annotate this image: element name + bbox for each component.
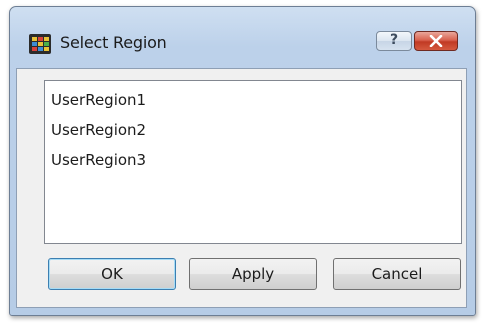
cancel-button[interactable]: Cancel bbox=[333, 258, 461, 290]
dialog-title: Select Region bbox=[60, 33, 167, 52]
list-item[interactable]: UserRegion3 bbox=[51, 149, 146, 171]
list-item[interactable]: UserRegion2 bbox=[51, 119, 146, 141]
close-button[interactable] bbox=[414, 31, 458, 51]
ok-button[interactable]: OK bbox=[48, 258, 176, 290]
region-listbox[interactable]: UserRegion1 UserRegion2 UserRegion3 bbox=[44, 80, 462, 244]
apply-button[interactable]: Apply bbox=[189, 258, 317, 290]
help-icon: ? bbox=[389, 32, 399, 48]
close-icon bbox=[429, 35, 443, 47]
region-grid-icon bbox=[28, 33, 52, 55]
help-button[interactable]: ? bbox=[376, 31, 412, 51]
title-bar[interactable]: Select Region ? bbox=[10, 7, 475, 69]
list-item[interactable]: UserRegion1 bbox=[51, 89, 146, 111]
